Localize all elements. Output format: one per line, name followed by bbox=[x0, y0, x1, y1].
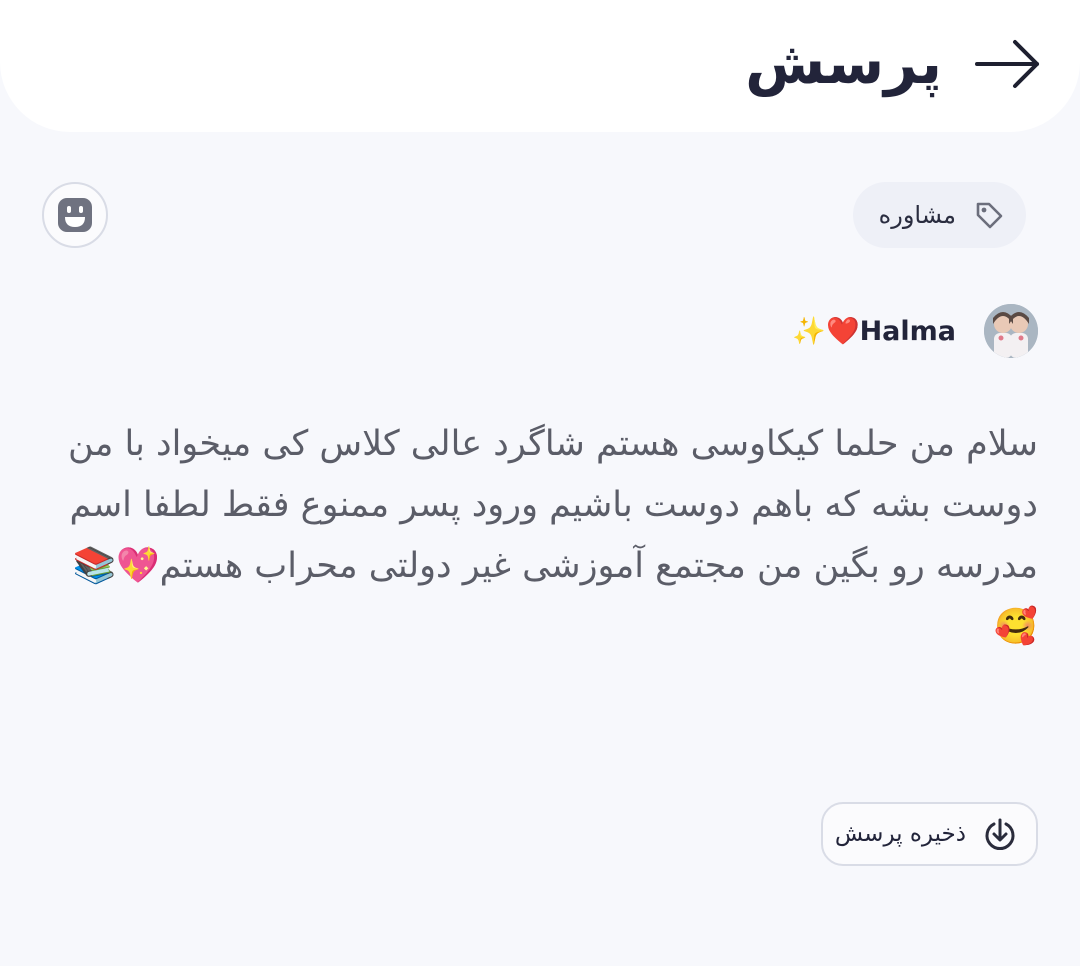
tag-label: مشاوره bbox=[878, 201, 956, 229]
author-name[interactable]: ✨❤️Halma bbox=[792, 315, 956, 347]
smiley-icon bbox=[58, 198, 92, 232]
question-body: سلام من حلما کیکاوسی هستم شاگرد عالی کلا… bbox=[67, 424, 1038, 647]
category-tag[interactable]: مشاوره bbox=[852, 182, 1026, 248]
save-question-button[interactable]: ذخیره پرسش bbox=[820, 802, 1038, 866]
back-button[interactable] bbox=[972, 32, 1044, 96]
author-row[interactable]: ✨❤️Halma bbox=[792, 304, 1038, 358]
reaction-button[interactable] bbox=[42, 182, 108, 248]
tag-icon bbox=[976, 202, 1003, 229]
save-question-label: ذخیره پرسش bbox=[834, 821, 966, 847]
top-bar: پرسش bbox=[0, 0, 1080, 132]
arrow-right-icon bbox=[975, 40, 1039, 88]
page-title: پرسش bbox=[745, 29, 942, 97]
avatar[interactable] bbox=[984, 304, 1038, 358]
download-icon bbox=[985, 818, 1015, 851]
avatar-image bbox=[984, 304, 1038, 358]
